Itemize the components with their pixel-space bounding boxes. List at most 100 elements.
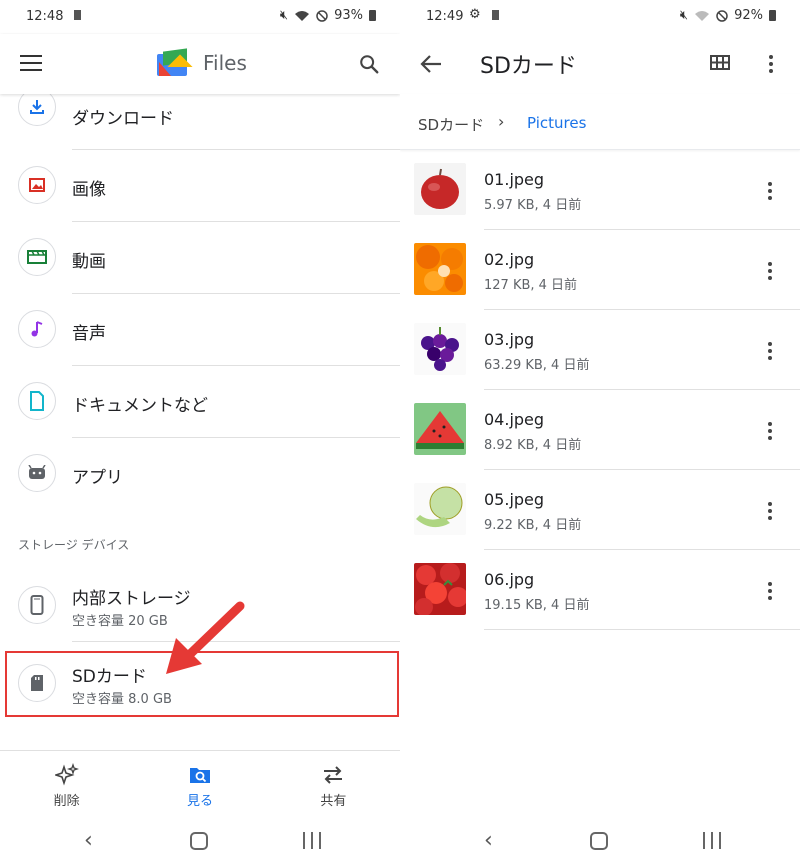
file-meta: 63.29 KB, 4 日前 — [484, 358, 590, 373]
files-logo-icon — [157, 48, 191, 78]
wifi-icon — [695, 10, 710, 21]
file-meta: 9.22 KB, 4 日前 — [484, 518, 582, 533]
storage-free-space: 空き容量 20 GB — [72, 614, 168, 629]
mute-icon: 🔇︎ — [679, 8, 689, 23]
category-documents[interactable]: ドキュメントなど — [0, 366, 400, 438]
image-icon — [18, 166, 56, 204]
phone-icon — [18, 586, 56, 624]
category-label: 動画 — [72, 252, 106, 272]
storage-title: SDカード — [72, 667, 147, 687]
audio-icon — [18, 310, 56, 348]
menu-icon[interactable] — [20, 55, 42, 71]
app-title: Files — [203, 51, 247, 75]
file-row[interactable]: 01.jpeg 5.97 KB, 4 日前 — [400, 150, 800, 230]
system-nav-bar: ‹ — [0, 812, 400, 867]
category-audio[interactable]: 音声 — [0, 294, 400, 366]
storage-free-space: 空き容量 8.0 GB — [72, 692, 172, 707]
status-icons: 🔇︎ 92% — [680, 8, 776, 23]
breadcrumb: SDカード › Pictures — [400, 94, 800, 150]
nav-label: 共有 — [320, 794, 347, 809]
file-meta: 8.92 KB, 4 日前 — [484, 438, 582, 453]
category-label: 画像 — [72, 180, 106, 200]
search-icon[interactable] — [358, 53, 380, 75]
category-downloads[interactable]: ダウンロード — [0, 88, 400, 150]
sim-icon — [74, 10, 81, 20]
storage-internal[interactable]: 内部ストレージ 空き容量 20 GB — [0, 570, 400, 642]
file-name: 03.jpg — [484, 330, 535, 349]
battery-percent: 93% — [334, 8, 363, 23]
system-back-icon[interactable]: ‹ — [84, 828, 93, 853]
system-recents-icon[interactable] — [303, 832, 321, 850]
file-name: 05.jpeg — [484, 490, 545, 509]
battery-percent: 92% — [734, 8, 763, 23]
chevron-right-icon: › — [498, 112, 505, 131]
more-options-icon[interactable] — [768, 182, 772, 203]
left-screen: 12:48 🔇︎ 93% Files ダウンロード 画像 動画 音声 ドキュメン… — [0, 0, 400, 867]
file-row[interactable]: 06.jpg 19.15 KB, 4 日前 — [400, 550, 800, 630]
share-arrows-icon — [324, 766, 343, 784]
more-options-icon[interactable] — [768, 502, 772, 523]
app-bar: SDカード — [400, 34, 800, 94]
category-label: アプリ — [72, 468, 123, 488]
more-options-icon[interactable] — [768, 342, 772, 363]
grid-view-icon[interactable] — [710, 54, 730, 72]
file-name: 04.jpeg — [484, 410, 545, 429]
file-meta: 5.97 KB, 4 日前 — [484, 198, 582, 213]
nav-label: 削除 — [53, 794, 80, 809]
status-time: 12:49 — [426, 9, 464, 24]
sim-icon — [492, 10, 499, 20]
status-bar: 12:48 🔇︎ 93% — [0, 0, 400, 34]
more-options-icon[interactable] — [768, 262, 772, 283]
storage-sd-card[interactable]: SDカード 空き容量 8.0 GB — [0, 648, 400, 720]
system-nav-bar: ‹ — [400, 812, 800, 867]
file-row[interactable]: 03.jpg 63.29 KB, 4 日前 — [400, 310, 800, 390]
category-label: 音声 — [72, 324, 106, 344]
battery-icon — [769, 10, 776, 21]
status-icons: 🔇︎ 93% — [280, 8, 376, 23]
file-row[interactable]: 04.jpeg 8.92 KB, 4 日前 — [400, 390, 800, 470]
wifi-icon — [295, 10, 310, 21]
more-options-icon[interactable] — [768, 422, 772, 443]
nav-browse[interactable]: 見る — [133, 751, 266, 812]
file-row[interactable]: 02.jpg 127 KB, 4 日前 — [400, 230, 800, 310]
breadcrumb-current[interactable]: Pictures — [527, 114, 586, 132]
divider — [72, 641, 400, 642]
category-apps[interactable]: アプリ — [0, 438, 400, 510]
divider — [484, 629, 800, 630]
video-icon — [18, 238, 56, 276]
back-arrow-icon[interactable] — [420, 54, 442, 74]
system-home-icon[interactable] — [590, 832, 608, 850]
more-options-icon[interactable] — [769, 55, 773, 76]
breadcrumb-root[interactable]: SDカード — [418, 114, 484, 135]
more-options-icon[interactable] — [768, 582, 772, 603]
status-time: 12:48 — [26, 9, 64, 24]
system-back-icon[interactable]: ‹ — [484, 828, 493, 853]
orange-thumbnail — [414, 243, 466, 295]
file-meta: 19.15 KB, 4 日前 — [484, 598, 590, 613]
file-row[interactable]: 05.jpeg 9.22 KB, 4 日前 — [400, 470, 800, 550]
settings-gear-icon: ⚙ — [469, 7, 481, 22]
sparkle-icon — [54, 763, 79, 786]
page-title: SDカード — [480, 54, 577, 79]
nav-share[interactable]: 共有 — [267, 751, 400, 812]
file-name: 01.jpeg — [484, 170, 545, 189]
category-images[interactable]: 画像 — [0, 150, 400, 222]
android-icon — [18, 454, 56, 492]
sd-card-icon — [18, 664, 56, 702]
right-screen: 12:49 ⚙ 🔇︎ 92% SDカード SDカード › Pictures 01… — [400, 0, 800, 867]
grape-thumbnail — [414, 323, 466, 375]
file-name: 02.jpg — [484, 250, 535, 269]
storage-section-header: ストレージ デバイス — [18, 538, 130, 552]
status-bar: 12:49 ⚙ 🔇︎ 92% — [400, 0, 800, 34]
file-name: 06.jpg — [484, 570, 535, 589]
file-meta: 127 KB, 4 日前 — [484, 278, 578, 293]
dnd-icon — [316, 9, 328, 22]
battery-icon — [369, 10, 376, 21]
nav-clean[interactable]: 削除 — [0, 751, 133, 812]
strawberry-thumbnail — [414, 563, 466, 615]
system-home-icon[interactable] — [190, 832, 208, 850]
category-list: ダウンロード 画像 動画 音声 ドキュメントなど アプリ — [0, 88, 400, 510]
system-recents-icon[interactable] — [703, 832, 721, 850]
category-videos[interactable]: 動画 — [0, 222, 400, 294]
app-bar: Files — [0, 34, 400, 94]
